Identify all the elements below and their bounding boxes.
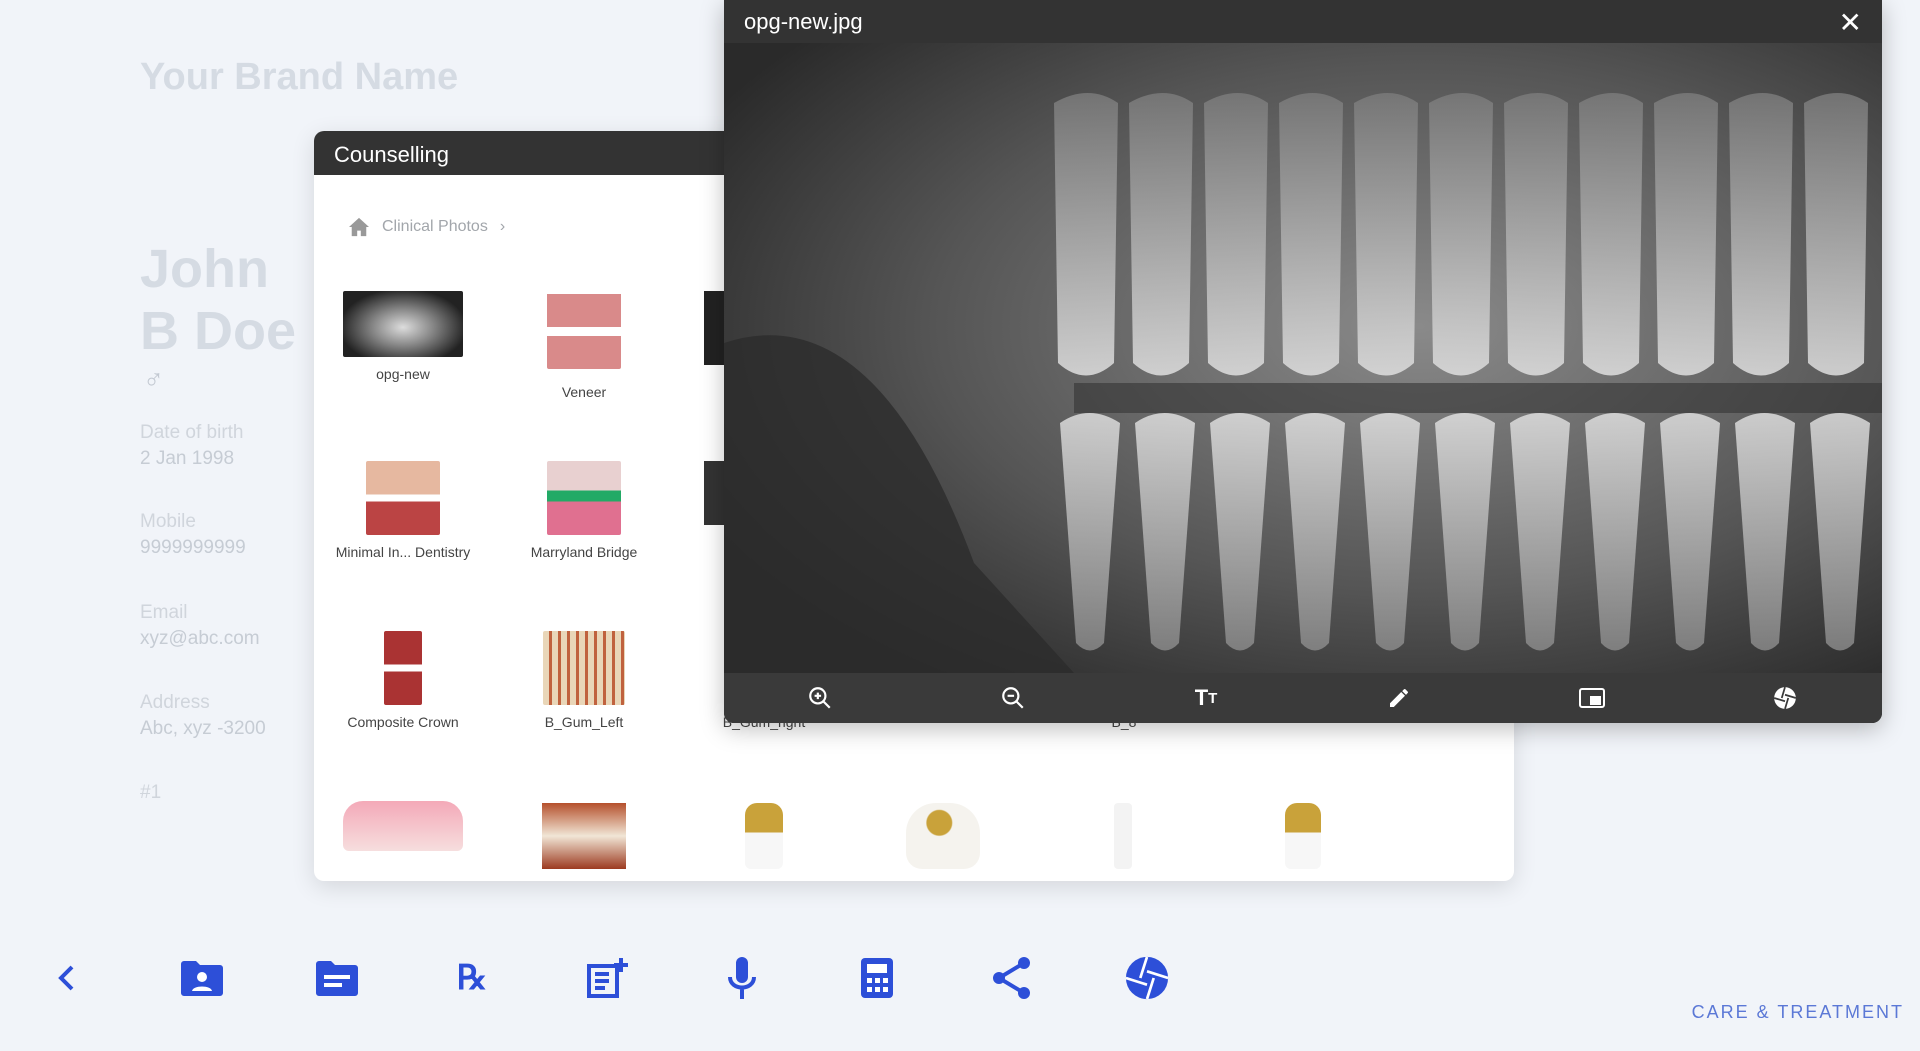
- thumbnail: [543, 631, 625, 705]
- thumbnail: [343, 291, 463, 357]
- gallery-item-marryland-bridge[interactable]: Marryland Bridge: [509, 461, 659, 563]
- address-field: Address Abc, xyz -3200: [140, 690, 266, 742]
- pencil-icon[interactable]: [1384, 683, 1414, 713]
- zoom-in-icon[interactable]: [805, 683, 835, 713]
- add-note-icon[interactable]: [584, 955, 630, 1001]
- email-field: Email xyz@abc.com: [140, 600, 260, 652]
- records-folder-icon[interactable]: [314, 955, 360, 1001]
- care-and-treatment-link[interactable]: CARE & TREATMENT: [1692, 1002, 1904, 1023]
- field-label: Date of birth: [140, 422, 244, 443]
- field-value: xyz@abc.com: [140, 628, 260, 649]
- gallery-item-veneer[interactable]: Veneer: [509, 291, 659, 403]
- thumbnail[interactable]: [704, 291, 724, 365]
- prescription-icon[interactable]: ℞: [449, 955, 495, 1001]
- viewer-title: opg-new.jpg: [744, 9, 863, 34]
- breadcrumb: Clinical Photos ›: [348, 217, 505, 237]
- microphone-icon[interactable]: [719, 955, 765, 1001]
- item-label: opg-new: [376, 366, 430, 382]
- item-label: B_Gum_Left: [544, 714, 624, 730]
- dob-field: Date of birth 2 Jan 1998: [140, 420, 244, 472]
- field-value: 2 Jan 1998: [140, 448, 235, 469]
- thumbnail-gold-inlay[interactable]: [906, 803, 980, 869]
- thumbnail[interactable]: [704, 461, 724, 525]
- xray-tooth: [1429, 93, 1493, 376]
- gallery-item-opg-new[interactable]: opg-new: [328, 291, 478, 385]
- picture-in-picture-icon[interactable]: [1577, 683, 1607, 713]
- gallery-item-composite-crown[interactable]: Composite Crown: [328, 631, 478, 733]
- item-label: Veneer: [561, 384, 607, 400]
- viewer-toolbar: TT: [724, 673, 1882, 723]
- xray-tooth: [1354, 93, 1418, 376]
- field-label: Address: [140, 692, 210, 713]
- xray-tooth: [1279, 93, 1343, 376]
- gallery-item-minimal-invasive-dentistry[interactable]: Minimal In... Dentistry: [328, 461, 478, 563]
- patient-folder-icon[interactable]: [179, 955, 225, 1001]
- xray-tooth: [1654, 93, 1718, 376]
- breadcrumb-clinical-photos[interactable]: Clinical Photos: [382, 218, 488, 236]
- xray-tooth: [1054, 93, 1118, 376]
- home-icon[interactable]: [348, 217, 370, 237]
- camera-shutter-icon[interactable]: [1770, 683, 1800, 713]
- item-label: Composite Crown: [347, 714, 459, 730]
- back-icon[interactable]: [44, 955, 90, 1001]
- patient-name: John B Doe: [140, 239, 297, 361]
- xray-tooth: [1204, 93, 1268, 376]
- male-icon: ♂: [143, 364, 164, 395]
- field-value: Abc, xyz -3200: [140, 718, 266, 739]
- thumbnail: [547, 291, 621, 369]
- thumbnail-gold-crown-2[interactable]: [1285, 803, 1321, 869]
- close-icon[interactable]: ✕: [1839, 6, 1862, 39]
- thumbnail: [366, 461, 440, 535]
- brand-name: Your Brand Name: [140, 56, 459, 98]
- xray-tooth: [1729, 93, 1793, 376]
- thumbnail-post[interactable]: [1114, 803, 1132, 869]
- text-size-icon[interactable]: TT: [1191, 683, 1221, 713]
- xray-tooth: [1579, 93, 1643, 376]
- chevron-right-icon: ›: [499, 218, 506, 235]
- xray-tooth: [1504, 93, 1568, 376]
- thumbnail-gold-crown[interactable]: [745, 803, 783, 869]
- xray-tooth: [1804, 93, 1868, 376]
- thumbnail-open-mouth[interactable]: [542, 803, 626, 869]
- thumbnail: [547, 461, 621, 535]
- gallery-item-b-gum-left[interactable]: B_Gum_Left: [509, 631, 659, 733]
- item-label: Marryland Bridge: [530, 544, 638, 560]
- patient-index: #1: [140, 782, 162, 803]
- xray-image[interactable]: [724, 43, 1882, 673]
- item-label: Minimal In... Dentistry: [335, 544, 471, 560]
- thumbnail: [384, 631, 422, 705]
- xray-tooth: [1129, 93, 1193, 376]
- field-value: 9999999999: [140, 537, 246, 558]
- mobile-field: Mobile 9999999999: [140, 509, 246, 561]
- calculator-icon[interactable]: [854, 955, 900, 1001]
- camera-shutter-icon[interactable]: [1124, 955, 1170, 1001]
- thumbnail-dentures[interactable]: [343, 801, 463, 851]
- share-icon[interactable]: [989, 955, 1035, 1001]
- image-viewer: opg-new.jpg ✕ TT: [724, 0, 1882, 723]
- field-label: Mobile: [140, 511, 196, 532]
- field-label: Email: [140, 602, 188, 623]
- zoom-out-icon[interactable]: [998, 683, 1028, 713]
